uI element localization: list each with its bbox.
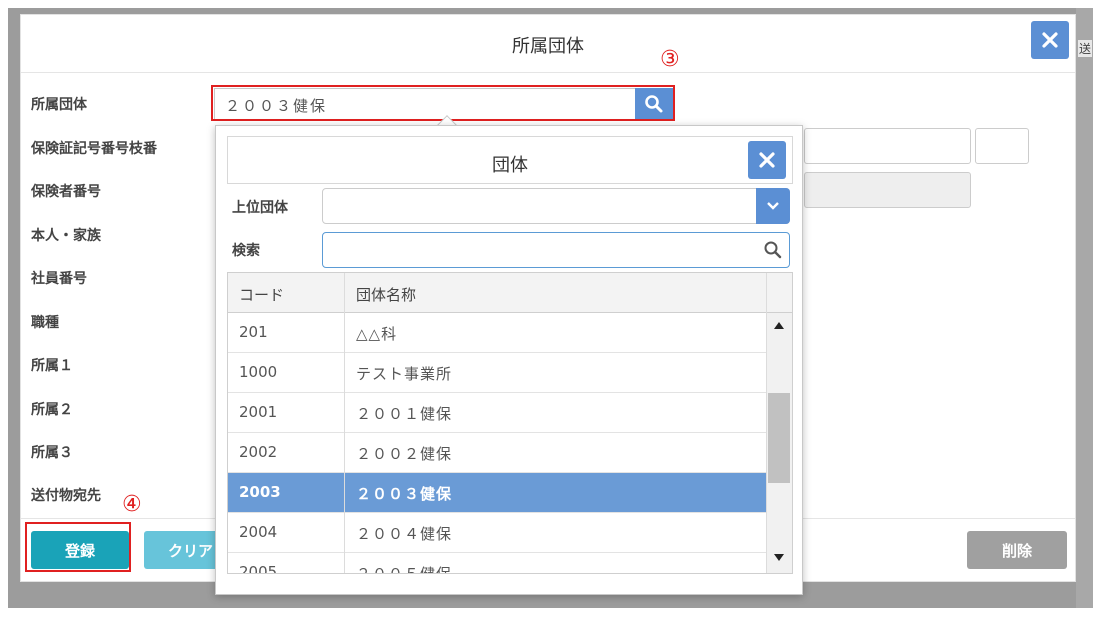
cell-code: 2005 <box>239 563 278 574</box>
table-row[interactable]: 201 △△科 <box>228 313 766 353</box>
cell-code: 2003 <box>239 483 281 501</box>
close-icon <box>759 152 775 168</box>
delete-button[interactable]: 削除 <box>967 531 1067 569</box>
scroll-down-arrow[interactable] <box>767 549 791 565</box>
cell-name: ２００３健保 <box>356 485 453 503</box>
cell-name: ２００５健保 <box>356 565 453 574</box>
label-employee-number: 社員番号 <box>31 271 87 287</box>
parent-org-dropdown-toggle[interactable] <box>756 188 790 224</box>
search-label: 検索 <box>232 243 260 259</box>
table-row[interactable]: 2001 ２００１健保 <box>228 393 766 433</box>
table-row[interactable]: 2004 ２００４健保 <box>228 513 766 553</box>
annotation-step-3: ③ <box>660 47 680 72</box>
column-header-name[interactable]: 団体名称 <box>356 284 416 305</box>
annotation-step-4: ④ <box>122 492 142 517</box>
table-row-selected[interactable]: 2003 ２００３健保 <box>228 473 766 513</box>
cell-code: 2004 <box>239 523 278 541</box>
background-page-edge <box>1076 8 1093 608</box>
table-header: コード 団体名称 <box>228 273 792 313</box>
cell-name: ２００１健保 <box>356 405 453 423</box>
popup-search-input[interactable] <box>322 232 790 268</box>
dialog-close-button[interactable] <box>1031 21 1069 59</box>
scroll-up-arrow[interactable] <box>767 317 791 333</box>
label-insurer-number: 保険者番号 <box>31 184 101 200</box>
triangle-down-icon <box>774 553 784 561</box>
column-header-code[interactable]: コード <box>239 284 284 305</box>
column-divider <box>344 273 345 573</box>
annotation-frame-register <box>25 522 131 572</box>
org-table: コード 団体名称 201 △△科 1000 テスト事業所 2001 ２００１健保… <box>227 272 793 574</box>
close-icon <box>1042 32 1058 48</box>
insurer-number-field <box>804 172 971 208</box>
dialog-title: 所属団体 <box>512 36 584 57</box>
parent-org-select[interactable] <box>322 188 790 224</box>
popup-header: 団体 <box>227 136 793 184</box>
table-row[interactable]: 2002 ２００２健保 <box>228 433 766 473</box>
org-picker-popup: 団体 上位団体 検索 コード 団体名称 201 △△科 1000 テスト事業所 … <box>215 125 803 595</box>
cell-code: 201 <box>239 323 268 341</box>
table-row[interactable]: 2005 ２００５健保 <box>228 553 766 574</box>
table-row[interactable]: 1000 テスト事業所 <box>228 353 766 393</box>
cell-code: 1000 <box>239 363 278 381</box>
cell-code: 2002 <box>239 443 278 461</box>
popup-close-button[interactable] <box>748 141 786 179</box>
label-affiliation-1: 所属１ <box>31 358 73 374</box>
scroll-thumb[interactable] <box>768 393 790 483</box>
label-occupation: 職種 <box>31 315 59 331</box>
dialog-header: 所属団体 <box>21 15 1075 73</box>
popup-title: 団体 <box>492 155 528 176</box>
annotation-frame-org-input <box>211 85 675 121</box>
card-number-field[interactable] <box>804 128 971 164</box>
triangle-up-icon <box>774 321 784 329</box>
cell-name: ２００４健保 <box>356 525 453 543</box>
cell-code: 2001 <box>239 403 278 421</box>
cell-name: テスト事業所 <box>356 365 453 383</box>
label-self-family: 本人・家族 <box>31 228 101 244</box>
cell-name: △△科 <box>356 325 398 343</box>
label-mail-recipient: 送付物宛先 <box>31 488 101 504</box>
background-page-text: 送 <box>1078 40 1092 57</box>
label-affiliation-3: 所属３ <box>31 445 73 461</box>
label-affiliation-2: 所属２ <box>31 402 73 418</box>
label-org: 所属団体 <box>31 97 87 113</box>
parent-org-label: 上位団体 <box>232 200 288 216</box>
search-icon <box>764 241 782 259</box>
cell-name: ２００２健保 <box>356 445 453 463</box>
label-insurance-card-number: 保険証記号番号枝番 <box>31 141 157 157</box>
branch-number-field[interactable] <box>975 128 1029 164</box>
chevron-down-icon <box>767 202 779 210</box>
table-scrollbar[interactable] <box>766 313 792 573</box>
